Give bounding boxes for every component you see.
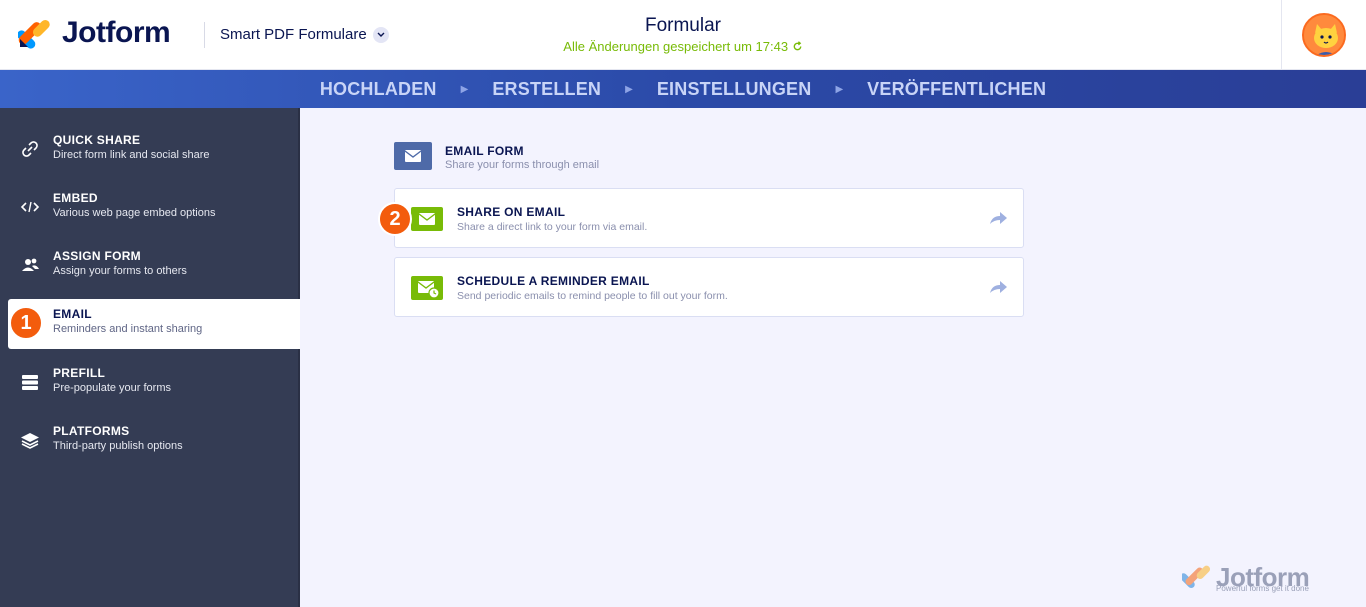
share-arrow-icon (987, 278, 1009, 296)
form-title[interactable]: Formular (0, 15, 1366, 37)
card-title: SHARE ON EMAIL (457, 205, 566, 219)
header-right-divider (1281, 0, 1282, 70)
layers-icon (20, 431, 40, 449)
sidebar-item-embed[interactable]: EMBED Various web page embed options (0, 183, 298, 233)
sidebar-item-subtitle: Pre-populate your forms (53, 382, 171, 394)
section-subtitle: Share your forms through email (445, 159, 600, 171)
nav-separator-icon: ▶ (835, 83, 844, 95)
card-subtitle: Share a direct link to your form via ema… (457, 221, 648, 233)
watermark-tagline: Powerful forms get it done (1216, 584, 1309, 593)
users-icon (20, 256, 40, 274)
schedule-reminder-card[interactable]: SCHEDULE A REMINDER EMAIL Send periodic … (394, 257, 1024, 317)
link-icon (20, 140, 40, 158)
sidebar-item-title: EMAIL (53, 307, 92, 321)
card-subtitle: Send periodic emails to remind people to… (457, 290, 728, 302)
sidebar-item-title: PREFILL (53, 366, 106, 380)
section-title: EMAIL FORM (445, 144, 524, 158)
sidebar-item-subtitle: Assign your forms to others (53, 265, 187, 277)
avatar[interactable] (1302, 13, 1346, 57)
sidebar-item-subtitle: Direct form link and social share (53, 149, 210, 161)
sidebar-item-title: PLATFORMS (53, 424, 130, 438)
sidebar-item-prefill[interactable]: PREFILL Pre-populate your forms (0, 358, 298, 408)
save-status-text: Alle Änderungen gespeichert um 17:43 (563, 39, 789, 54)
tab-veroeffentlichen[interactable]: VERÖFFENTLICHEN (867, 79, 1046, 100)
tab-erstellen[interactable]: ERSTELLEN (492, 79, 601, 100)
share-on-email-card[interactable]: SHARE ON EMAIL Share a direct link to yo… (394, 188, 1024, 248)
publish-sidebar: QUICK SHARE Direct form link and social … (0, 108, 300, 607)
nav-separator-icon: ▶ (625, 83, 633, 95)
builder-nav: HOCHLADEN ▶ ERSTELLEN ▶ EINSTELLUNGEN ▶ … (0, 70, 1366, 108)
sidebar-item-subtitle: Reminders and instant sharing (53, 323, 203, 335)
step-badge-2: 2 (378, 202, 412, 236)
sidebar-item-title: EMBED (53, 191, 98, 205)
sidebar-item-assign-form[interactable]: ASSIGN FORM Assign your forms to others (0, 241, 298, 291)
sidebar-item-title: ASSIGN FORM (53, 249, 141, 263)
code-icon (20, 198, 40, 216)
sidebar-item-subtitle: Third-party publish options (53, 440, 183, 452)
tab-hochladen[interactable]: HOCHLADEN (320, 79, 437, 100)
reminder-envelope-icon (411, 276, 443, 300)
share-arrow-icon (987, 209, 1009, 227)
step-badge-1: 1 (9, 306, 43, 340)
envelope-icon (411, 207, 443, 231)
sidebar-item-email[interactable]: EMAIL Reminders and instant sharing (8, 299, 300, 349)
save-status: Alle Änderungen gespeichert um 17:43 (0, 39, 1366, 54)
sidebar-item-subtitle: Various web page embed options (53, 207, 216, 219)
envelope-icon (394, 142, 432, 170)
card-title: SCHEDULE A REMINDER EMAIL (457, 274, 650, 288)
tab-einstellungen[interactable]: EINSTELLUNGEN (657, 79, 812, 100)
jotform-watermark-icon (1179, 564, 1212, 595)
database-icon (20, 373, 40, 391)
sidebar-item-quick-share[interactable]: QUICK SHARE Direct form link and social … (0, 125, 298, 175)
sidebar-item-platforms[interactable]: PLATFORMS Third-party publish options (0, 416, 298, 466)
top-header: Jotform Smart PDF Formulare Formular All… (0, 0, 1366, 70)
refresh-icon (792, 39, 803, 54)
sidebar-item-title: QUICK SHARE (53, 133, 141, 147)
nav-separator-icon: ▶ (460, 83, 469, 95)
